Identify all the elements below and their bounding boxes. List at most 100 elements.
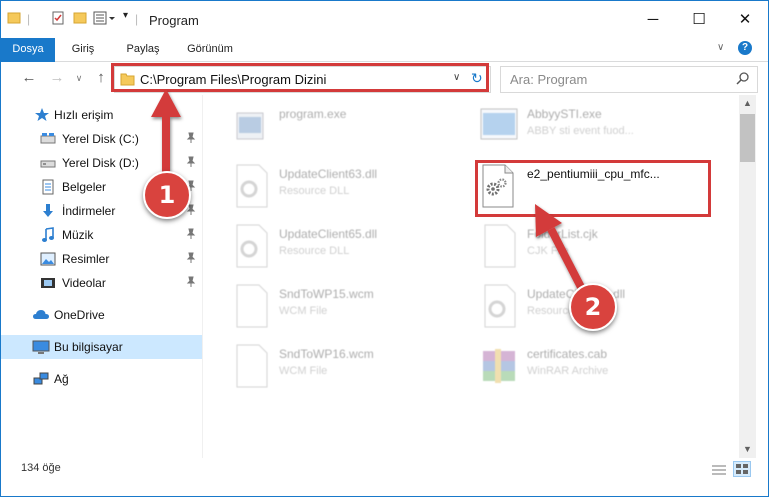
back-arrow-icon[interactable]: ← [19,68,39,88]
file-name: AbbyySTI.exe [527,107,602,121]
large-icons-view-icon[interactable] [733,461,751,477]
file-icon [479,223,519,269]
pin-icon[interactable] [186,252,196,264]
sidebar-item-music[interactable]: Müzik [1,223,202,247]
drive-icon [40,131,56,147]
sidebar-item-videos[interactable]: Videolar [1,271,202,295]
step-marker-1: 1 [143,171,191,219]
dll-icon [231,163,271,209]
exe-icon [479,103,519,149]
file-type: Resource DLL [279,185,350,197]
documents-icon [40,179,56,195]
help-icon[interactable]: ? [738,41,752,55]
scroll-down-icon[interactable]: ▼ [739,441,756,458]
sidebar-item-network[interactable]: Ağ [1,367,202,391]
properties-icon[interactable] [51,11,65,25]
view-options-icon[interactable] [93,11,117,25]
customize-toolbar-icon[interactable]: ▾ [123,10,128,21]
file-name: certificates.cab [527,347,608,361]
expand-ribbon-icon[interactable]: ∨ [717,42,724,53]
file-item[interactable]: program.exe [231,101,471,155]
file-highlight-box [475,160,711,217]
separator: | [135,12,139,26]
sidebar-item-label: Belgeler [62,180,107,194]
file-item[interactable]: SndToWP16.wcm WCM File [231,341,471,395]
sidebar-item-label: OneDrive [54,308,105,322]
new-folder-icon[interactable] [73,11,87,25]
pin-icon[interactable] [186,156,196,168]
file-name: program.exe [279,107,347,121]
videos-icon [40,275,56,291]
sidebar-item-label: Hızlı erişim [54,108,114,122]
file-item[interactable]: AbbyySTI.exe ABBY sti event fuod... [479,101,719,155]
sidebar-item-quick-access[interactable]: Hızlı erişim [1,103,202,127]
sidebar-item-label: Yerel Disk (C:) [62,132,139,146]
maximize-button[interactable]: ☐ [676,1,722,38]
file-item[interactable]: UpdateClient65.dll Resource DLL [231,221,471,275]
sidebar-item-pictures[interactable]: Resimler [1,247,202,271]
status-bar: 134 öğe [1,458,768,496]
minimize-button[interactable]: ─ [630,1,676,38]
file-type: Resource DLL [279,245,350,257]
tab-home[interactable]: Giriş [63,38,103,61]
sidebar-item-label: Yerel Disk (D:) [62,156,139,170]
file-icon [231,343,271,389]
navigation-bar: ← → ∨ ↑ C:\Program Files\Program Dizini … [1,62,768,95]
file-name: FolderList.cjk [527,227,598,241]
details-view-icon[interactable] [711,463,727,477]
tab-share[interactable]: Paylaş [121,38,165,61]
download-icon [40,203,56,219]
navigation-pane: Hızlı erişim Yerel Disk (C:) Yerel Disk … [1,95,203,458]
file-item[interactable]: certificates.cab WinRAR Archive [479,341,719,395]
address-highlight-box [111,63,489,92]
scroll-up-icon[interactable]: ▲ [739,95,756,112]
file-type: ABBY sti event fuod... [527,125,634,137]
sidebar-item-label: İndirmeler [62,204,116,218]
sidebar-item-onedrive[interactable]: OneDrive [1,303,202,327]
file-type: WinRAR Archive [527,365,609,377]
ribbon-tabs: Dosya Giriş Paylaş Görünüm ∨ ? [1,38,768,92]
pin-icon[interactable] [186,228,196,240]
window-title: Program [149,13,199,28]
forward-arrow-icon[interactable]: → [47,68,67,88]
sidebar-item-label: Müzik [62,228,94,242]
search-input[interactable]: Ara: Program [500,66,758,93]
search-placeholder: Ara: Program [510,72,588,87]
sidebar-item-label: Ağ [54,372,69,386]
sidebar-item-this-pc[interactable]: Bu bilgisayar [1,335,202,359]
file-name: UpdateClient65.dll [279,227,378,241]
sidebar-item-label: Bu bilgisayar [54,340,123,354]
tab-view[interactable]: Görünüm [181,38,239,61]
file-list: program.exe AbbyySTI.exe ABBY sti event … [203,95,739,458]
recent-locations-icon[interactable]: ∨ [69,68,89,88]
pin-icon[interactable] [186,132,196,144]
sidebar-item-label: Videolar [62,276,106,290]
file-item[interactable]: SndToWP15.wcm WCM File [231,281,471,335]
file-type: WCM File [279,365,328,377]
drive-icon [40,155,56,171]
step-marker-2: 2 [569,283,617,331]
sidebar-item-drive-c[interactable]: Yerel Disk (C:) [1,127,202,151]
file-name: UpdateClient63.dll [279,167,378,181]
pin-icon[interactable] [186,276,196,288]
scroll-thumb[interactable] [740,114,755,162]
up-arrow-icon[interactable]: ↑ [91,68,111,88]
close-button[interactable]: ✕ [722,1,768,38]
title-bar: | ▾ | Program ─ ☐ ✕ [1,1,768,38]
exe-icon [231,103,271,149]
music-icon [40,227,56,243]
explorer-window: | ▾ | Program ─ ☐ ✕ Dosya Giriş Paylaş G… [0,0,769,497]
item-count: 134 öğe [21,462,61,474]
sidebar-item-label: Resimler [62,252,110,266]
computer-icon [32,339,50,355]
file-item[interactable]: FolderList.cjk CJK File [479,221,719,275]
file-type: CJK File [527,245,569,257]
file-icon [231,283,271,329]
pictures-icon [40,251,56,267]
search-icon [736,71,750,85]
file-item[interactable]: UpdateClient63.dll Resource DLL [231,161,471,215]
vertical-scrollbar[interactable]: ▲ ▼ [739,95,756,458]
dll-icon [231,223,271,269]
folder-icon [7,11,21,25]
archive-icon [479,343,519,389]
